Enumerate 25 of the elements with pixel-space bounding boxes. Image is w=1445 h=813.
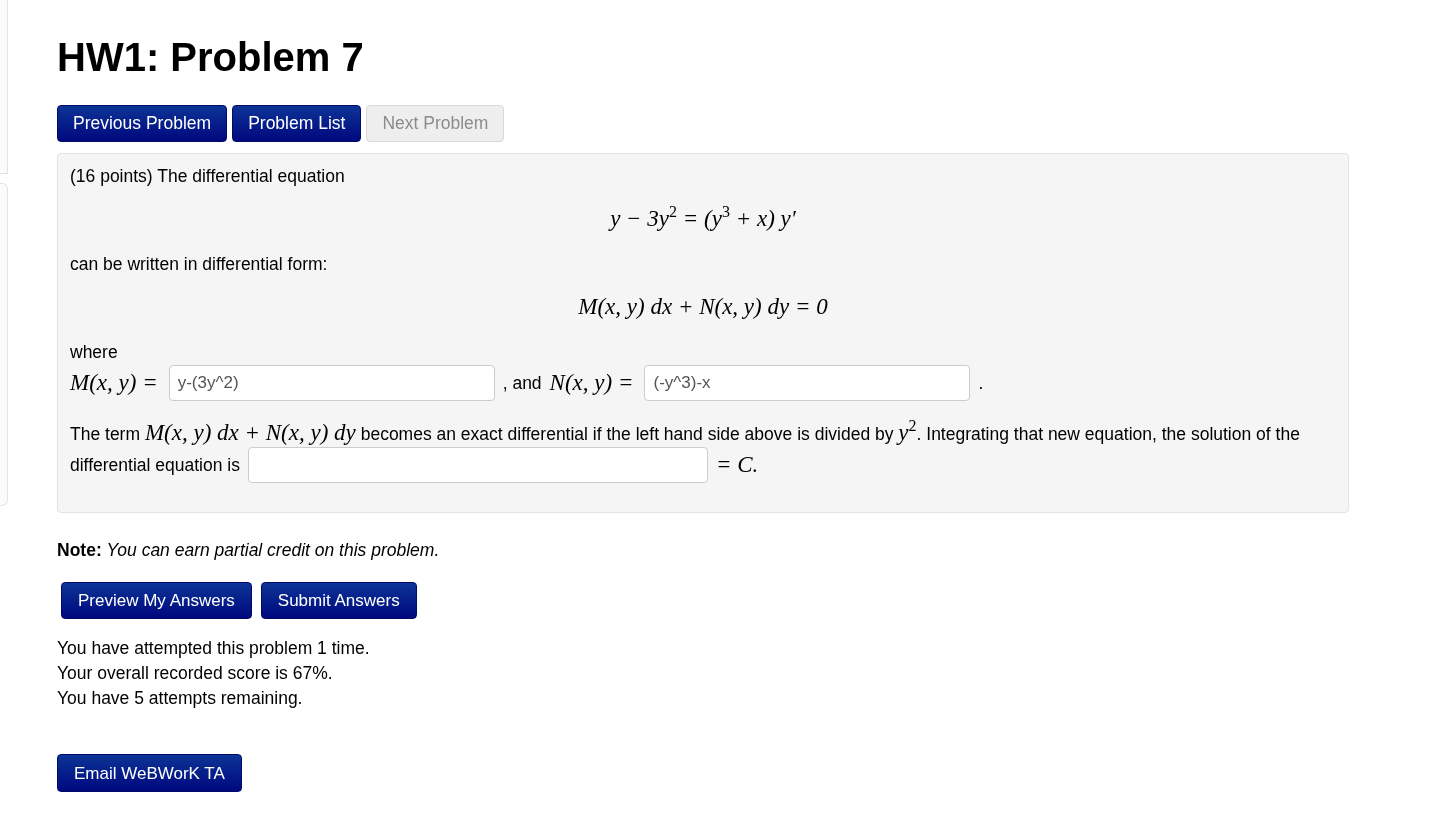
math-equation: M(x, y) dx + N(x, y) dy = 0 [578,293,828,321]
problem-text: The term M(x, y) dx + N(x, y) dy becomes an exact differential if the left hand side above is divided by y$^{2}$. Integrating that new equation, the solution of the [70,420,1301,447]
attempt-text: You have 5 attempts remaining. [57,687,304,710]
problem-text: where [70,341,119,364]
answer-field[interactable] [247,447,708,483]
answer-button[interactable]: Submit Answers [260,582,417,619]
attempt-text: Your overall recorded score is 67%. [57,662,334,685]
problem-text: , and [502,372,542,395]
math-label: M(x, y) = [70,369,158,397]
email-ta-button[interactable]: Email WeBWorK TA [57,754,242,792]
answer-field[interactable]: y-(3y^2) [168,365,495,401]
problem-text: differential equation is [70,454,240,477]
math-label: N(x, y) = [549,369,634,397]
page-title: HW1: Problem 7 [57,35,365,79]
note-text: Note: You can earn partial credit on this problem. [57,539,441,562]
attempt-text: You have attempted this problem 1 time. [57,637,371,660]
math-label: = C. [715,451,759,479]
problem-text: . [978,372,984,395]
answer-field[interactable]: (-y^3)-x [644,365,971,401]
nav-button[interactable]: Previous Problem [57,105,228,142]
problem-text: can be written in differential form: [70,253,329,276]
problem-text: (16 points) The differential equation [70,165,346,188]
nav-button[interactable]: Problem List [232,105,362,142]
math-equation: y − 3y$^{2}$ = (y$^{3}$ + x) y′ [610,205,796,233]
answer-button[interactable]: Preview My Answers [61,582,252,619]
